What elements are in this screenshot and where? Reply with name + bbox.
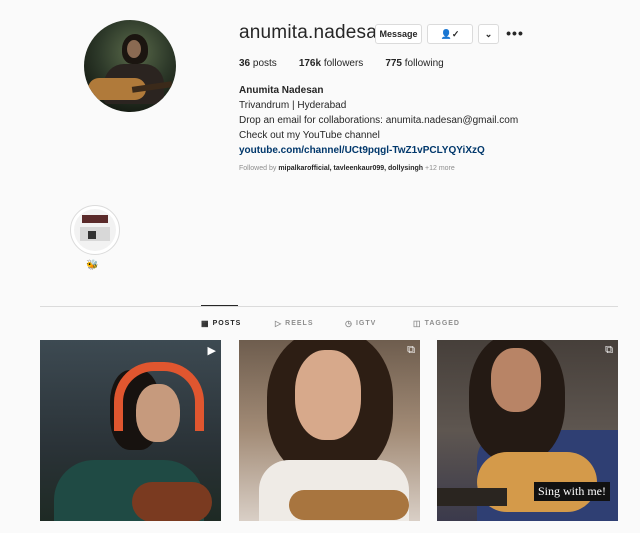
more-options-icon[interactable]: ••• bbox=[506, 24, 524, 42]
followed-by-names: mipalkarofficial, tavleenkaur099, dollys… bbox=[278, 165, 424, 172]
posts-count: 36 bbox=[239, 58, 251, 69]
posts-label: posts bbox=[252, 58, 277, 69]
post-figure-face bbox=[491, 348, 541, 412]
highlight-cover-shape bbox=[82, 215, 108, 223]
suggested-accounts-button[interactable]: ⌄ bbox=[478, 24, 499, 44]
tagged-icon: ◫ bbox=[413, 319, 422, 328]
tabs-divider bbox=[40, 306, 618, 307]
grid-icon: ▦ bbox=[201, 319, 210, 328]
posts-stat: 36 posts bbox=[239, 58, 277, 69]
followed-by-prefix: Followed by bbox=[239, 165, 277, 172]
followers-label: followers bbox=[323, 58, 364, 69]
guitar-shape bbox=[132, 482, 212, 521]
reel-icon: ⧉ bbox=[407, 344, 415, 356]
followers-stat[interactable]: 176k followers bbox=[299, 58, 364, 69]
bio-link[interactable]: youtube.com/channel/UCt9pqgl-TwZ1vPCLYQY… bbox=[239, 143, 518, 158]
igtv-icon: ◷ bbox=[345, 319, 353, 328]
post-overlay-text: Sing with me! bbox=[534, 482, 610, 501]
post-figure-face bbox=[295, 350, 361, 440]
tab-tagged[interactable]: ◫ TAGGED bbox=[413, 319, 460, 328]
profile-username: anumita.nadesan bbox=[239, 22, 388, 43]
reels-icon: ▷ bbox=[275, 319, 283, 328]
followers-count: 176k bbox=[298, 58, 322, 69]
chevron-down-icon: ⌄ bbox=[484, 28, 493, 39]
guitar-neck-shape bbox=[437, 488, 507, 506]
tab-label: REELS bbox=[285, 320, 314, 327]
highlight-cover bbox=[74, 209, 116, 251]
post-thumbnail[interactable]: ⧉ bbox=[239, 340, 420, 521]
profile-avatar[interactable] bbox=[84, 20, 176, 112]
post-thumbnail[interactable]: ⧉ Sing with me! bbox=[437, 340, 618, 521]
bio-email-line: Drop an email for collaborations: anumit… bbox=[239, 115, 519, 126]
tab-label: TAGGED bbox=[424, 320, 460, 327]
following-count: 775 bbox=[385, 58, 402, 69]
message-button[interactable]: Message bbox=[375, 24, 422, 44]
headphones-shape bbox=[114, 362, 204, 431]
post-thumbnail[interactable]: ▶ bbox=[40, 340, 221, 521]
tab-label: IGTV bbox=[355, 320, 377, 327]
tab-igtv[interactable]: ◷ IGTV bbox=[345, 319, 376, 328]
bio-youtube-line: Check out my YouTube channel bbox=[239, 130, 380, 141]
highlight-cover-shape bbox=[88, 231, 96, 239]
following-user-icon: 👤✓ bbox=[440, 28, 460, 39]
following-stat[interactable]: 775 following bbox=[385, 58, 443, 69]
guitar-shape bbox=[289, 490, 409, 520]
following-label: following bbox=[404, 58, 444, 69]
video-icon: ▶ bbox=[207, 345, 216, 357]
avatar-figure-face bbox=[127, 40, 141, 58]
tab-label: POSTS bbox=[212, 320, 242, 327]
active-tab-indicator bbox=[201, 305, 238, 306]
reel-icon: ⧉ bbox=[605, 344, 613, 356]
highlight-label: 🐝 bbox=[86, 260, 99, 271]
profile-bio: Anumita Nadesan Trivandrum | Hyderabad D… bbox=[239, 83, 518, 158]
tab-reels[interactable]: ▷ REELS bbox=[275, 319, 314, 328]
followed-by[interactable]: Followed by mipalkarofficial, tavleenkau… bbox=[239, 165, 455, 172]
profile-stats: 36 posts 176k followers 775 following bbox=[239, 58, 466, 69]
bio-full-name: Anumita Nadesan bbox=[239, 85, 324, 96]
tab-posts[interactable]: ▦ POSTS bbox=[201, 319, 241, 328]
bio-location: Trivandrum | Hyderabad bbox=[239, 100, 347, 111]
story-highlight[interactable] bbox=[70, 205, 120, 255]
following-button[interactable]: 👤✓ bbox=[427, 24, 473, 44]
followed-by-more: +12 more bbox=[425, 165, 455, 172]
